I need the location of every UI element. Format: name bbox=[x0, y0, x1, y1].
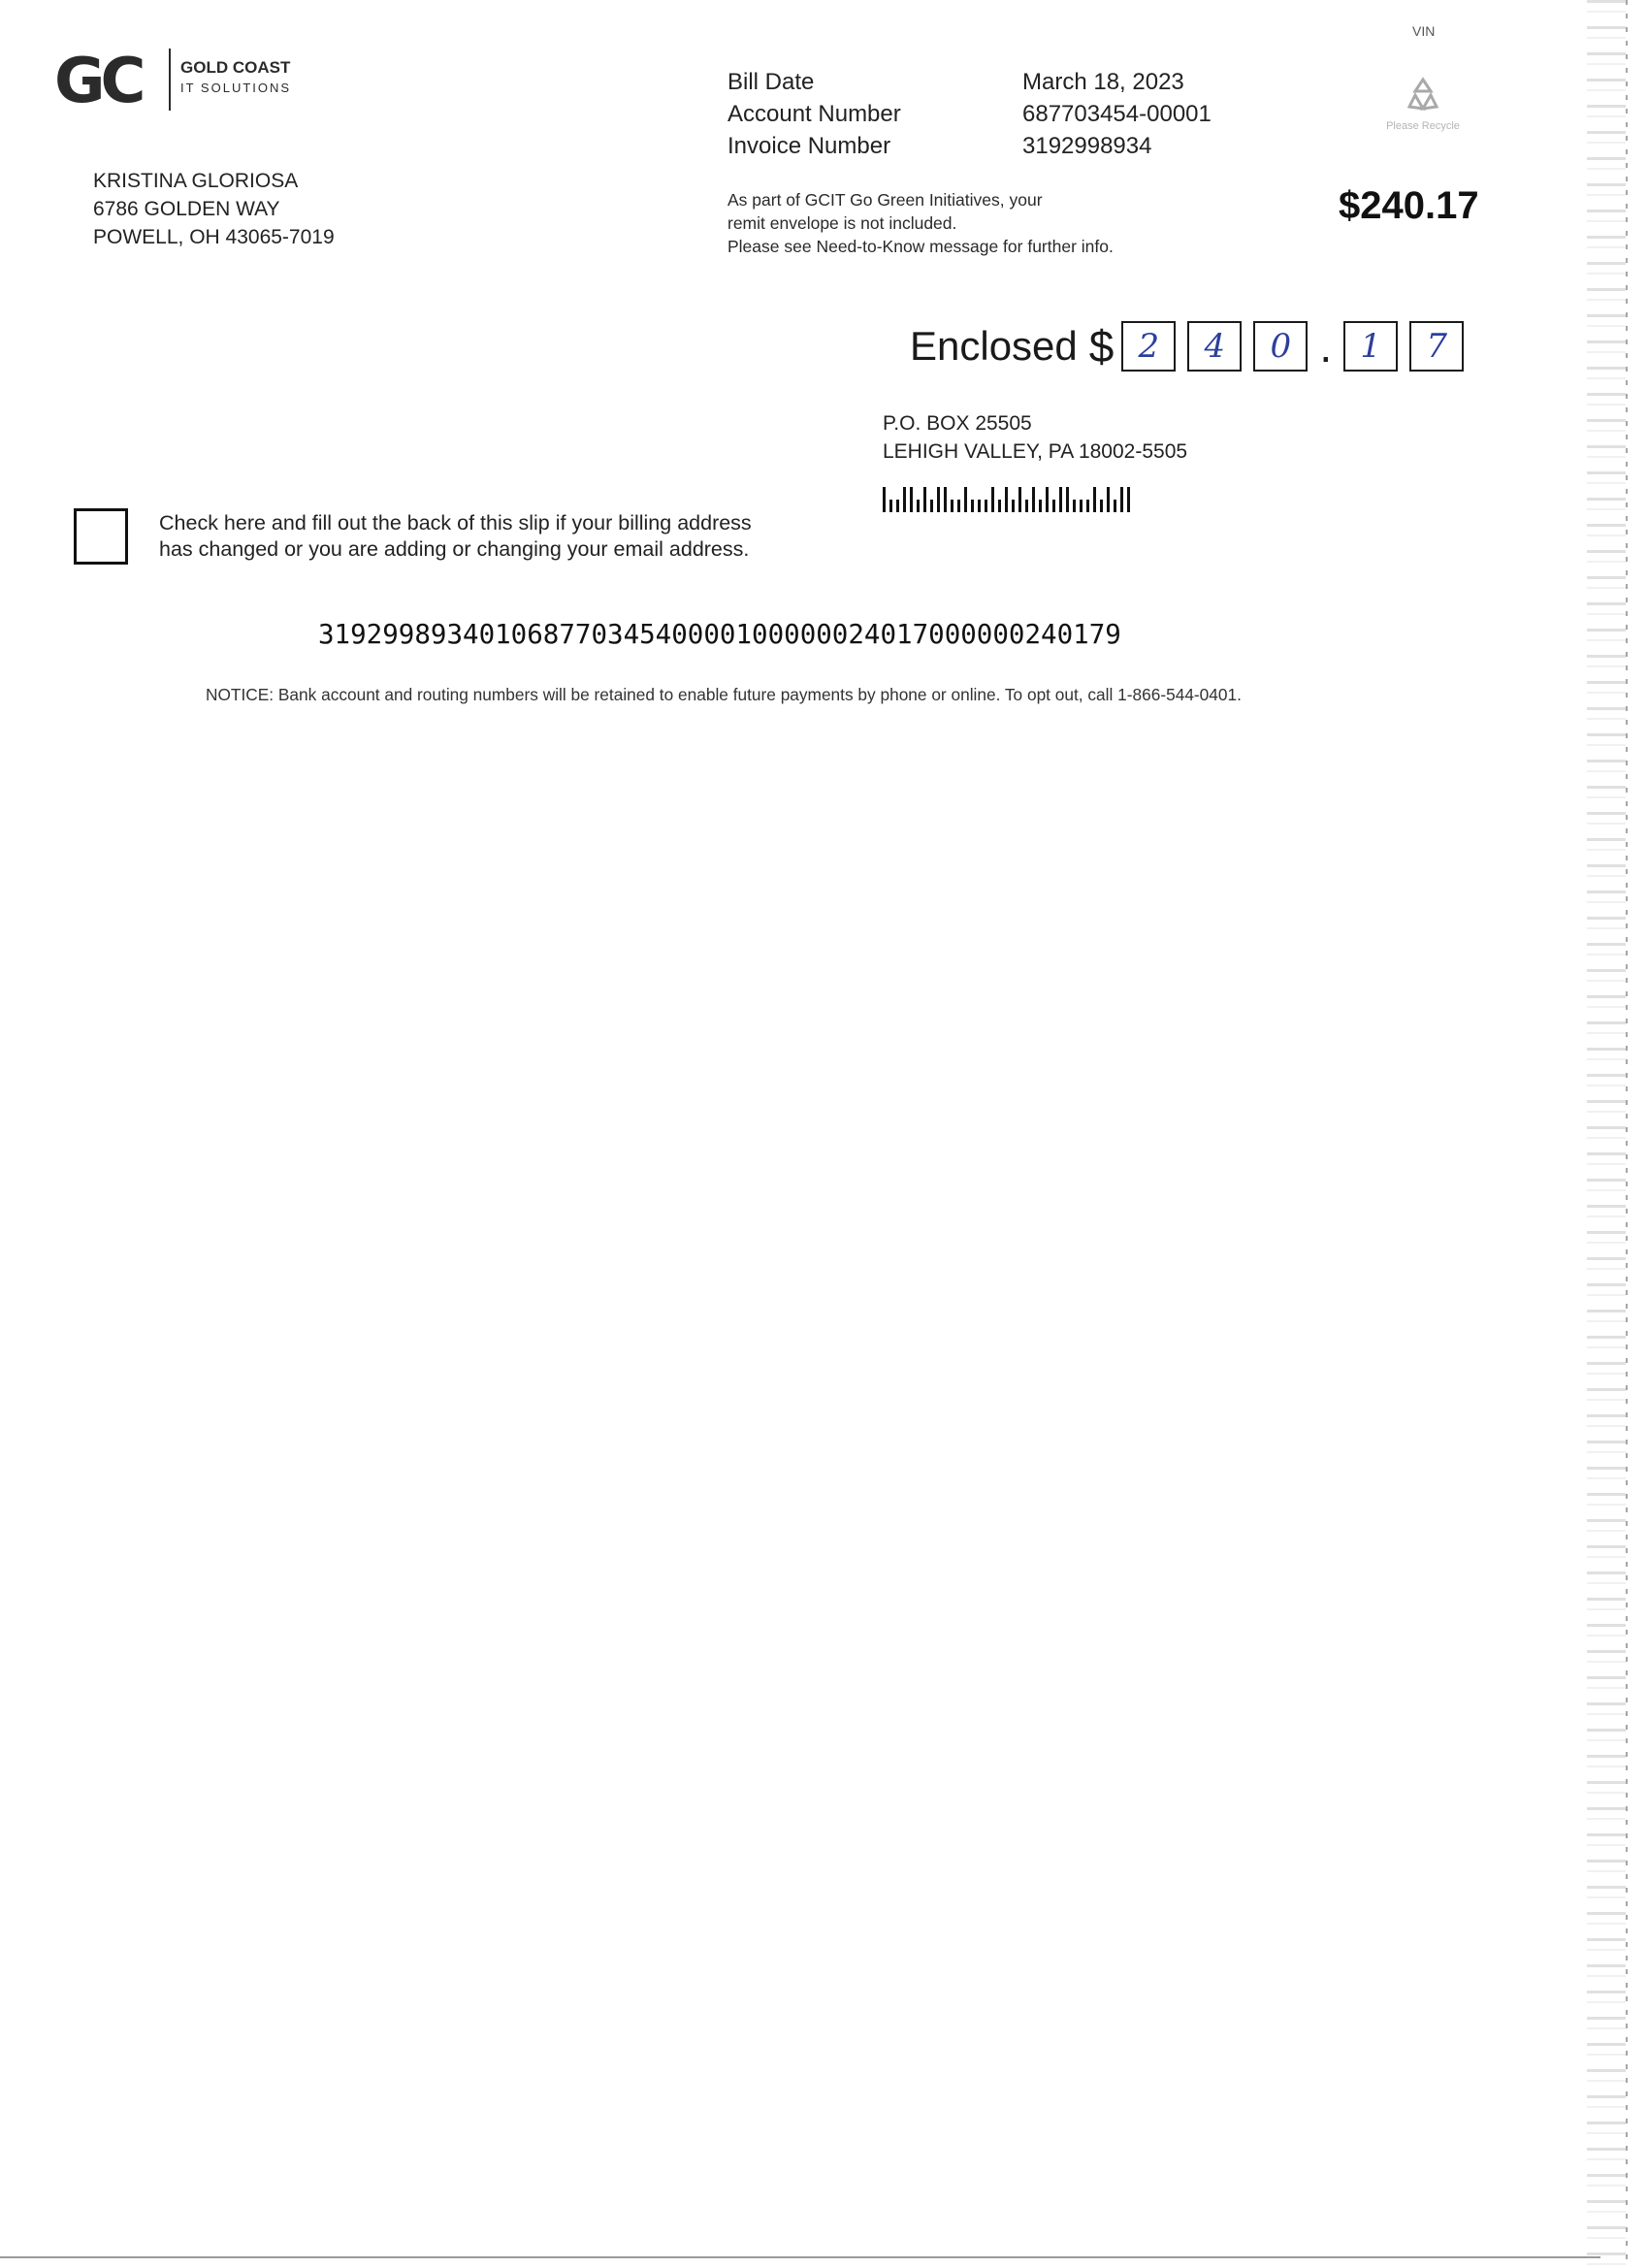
barcode-bar bbox=[951, 500, 953, 512]
barcode-bar bbox=[1080, 500, 1083, 512]
barcode-bar bbox=[964, 487, 967, 512]
barcode-bar bbox=[1012, 500, 1015, 512]
enclosed-currency: $ bbox=[1088, 321, 1115, 372]
account-number-label: Account Number bbox=[727, 101, 901, 127]
barcode-bar bbox=[1100, 500, 1103, 512]
address-change-line: has changed or you are adding or changin… bbox=[159, 537, 750, 561]
barcode-bar bbox=[883, 487, 886, 512]
amount-due: $240.17 bbox=[1339, 184, 1479, 227]
barcode-bar bbox=[957, 500, 960, 512]
logo-tagline: IT SOLUTIONS bbox=[180, 81, 292, 95]
bill-date-value: March 18, 2023 bbox=[1022, 69, 1184, 95]
remit-address: P.O. BOX 25505 LEHIGH VALLEY, PA 18002-5… bbox=[883, 409, 1187, 466]
barcode-bar bbox=[1032, 487, 1035, 512]
barcode-bar bbox=[889, 500, 892, 512]
recycle-label: Please Recycle bbox=[1386, 120, 1460, 132]
bill-date-label: Bill Date bbox=[727, 69, 815, 95]
bill-info-row: Invoice Number 3192998934 bbox=[727, 130, 1212, 162]
barcode-bar bbox=[896, 500, 899, 512]
barcode-bar bbox=[1114, 500, 1116, 512]
bill-info-row: Account Number 687703454-00001 bbox=[727, 98, 1212, 130]
bill-info-row: Bill Date March 18, 2023 bbox=[727, 66, 1212, 98]
enclosed-amount: Enclosed $ 2 4 0 . 1 7 bbox=[910, 320, 1475, 373]
logo-name: GOLD COAST bbox=[180, 58, 291, 77]
enclosed-digit-box[interactable]: 4 bbox=[1187, 321, 1243, 372]
address-change-instructions: Check here and fill out the back of this… bbox=[159, 510, 752, 563]
go-green-message: As part of GCIT Go Green Initiatives, yo… bbox=[727, 188, 1114, 258]
go-green-line: remit envelope is not included. bbox=[727, 213, 957, 233]
bill-info: Bill Date March 18, 2023 Account Number … bbox=[727, 66, 1212, 162]
customer-name: KRISTINA GLORIOSA bbox=[93, 170, 299, 192]
scan-edge-line bbox=[1626, 0, 1628, 2268]
go-green-line: Please see Need-to-Know message for furt… bbox=[727, 237, 1114, 256]
enclosed-decimal-point: . bbox=[1319, 321, 1333, 372]
header-marker: VIN bbox=[1412, 23, 1436, 39]
barcode-bar bbox=[1066, 487, 1069, 512]
invoice-number-label: Invoice Number bbox=[727, 133, 891, 159]
barcode-bar bbox=[937, 487, 940, 512]
invoice-number-value: 3192998934 bbox=[1022, 133, 1152, 159]
barcode-bar bbox=[985, 500, 987, 512]
enclosed-digit-box[interactable]: 0 bbox=[1253, 321, 1309, 372]
barcode-bar bbox=[1120, 487, 1123, 512]
barcode-bar bbox=[944, 487, 947, 512]
micr-scan-line: 3192998934010687703454000010000002401700… bbox=[318, 619, 1121, 650]
logo-mark: GC bbox=[54, 46, 145, 117]
recycle-badge: Please Recycle bbox=[1360, 74, 1486, 132]
address-change-checkbox[interactable] bbox=[74, 508, 128, 565]
barcode-bar bbox=[1093, 487, 1096, 512]
customer-address: KRISTINA GLORIOSA 6786 GOLDEN WAY POWELL… bbox=[93, 167, 335, 251]
postal-barcode bbox=[883, 487, 1134, 512]
customer-city-state-zip: POWELL, OH 43065-7019 bbox=[93, 226, 335, 248]
company-logo: GC GOLD COAST IT SOLUTIONS bbox=[54, 43, 374, 120]
barcode-bar bbox=[978, 500, 981, 512]
barcode-bar bbox=[991, 487, 994, 512]
remit-address-line: P.O. BOX 25505 bbox=[883, 412, 1032, 435]
address-change-line: Check here and fill out the back of this… bbox=[159, 511, 752, 535]
barcode-bar bbox=[1059, 487, 1062, 512]
barcode-bar bbox=[910, 487, 913, 512]
barcode-bar bbox=[1046, 487, 1049, 512]
go-green-line: As part of GCIT Go Green Initiatives, yo… bbox=[727, 190, 1043, 210]
scan-edge-artifact bbox=[1587, 0, 1626, 2268]
barcode-bar bbox=[1025, 500, 1028, 512]
barcode-bar bbox=[1018, 487, 1021, 512]
barcode-bar bbox=[971, 500, 974, 512]
enclosed-label: Enclosed bbox=[910, 323, 1078, 369]
barcode-bar bbox=[917, 500, 920, 512]
enclosed-digit-box[interactable]: 2 bbox=[1121, 321, 1177, 372]
logo-divider bbox=[169, 49, 171, 111]
barcode-bar bbox=[1005, 487, 1008, 512]
enclosed-digit-box[interactable]: 7 bbox=[1409, 321, 1465, 372]
notice-text: NOTICE: Bank account and routing numbers… bbox=[206, 685, 1242, 704]
barcode-bar bbox=[1127, 487, 1130, 512]
barcode-bar bbox=[998, 500, 1001, 512]
barcode-bar bbox=[923, 487, 926, 512]
customer-street: 6786 GOLDEN WAY bbox=[93, 198, 280, 220]
account-number-value: 687703454-00001 bbox=[1022, 101, 1212, 127]
recycle-icon bbox=[1406, 77, 1439, 111]
enclosed-digit-box[interactable]: 1 bbox=[1343, 321, 1399, 372]
barcode-bar bbox=[1052, 500, 1055, 512]
barcode-bar bbox=[1039, 500, 1042, 512]
remit-address-line: LEHIGH VALLEY, PA 18002-5505 bbox=[883, 440, 1188, 463]
barcode-bar bbox=[930, 500, 933, 512]
barcode-bar bbox=[1073, 500, 1076, 512]
bottom-rule bbox=[0, 2256, 1600, 2258]
barcode-bar bbox=[1107, 487, 1110, 512]
barcode-bar bbox=[1086, 500, 1089, 512]
barcode-bar bbox=[903, 487, 906, 512]
